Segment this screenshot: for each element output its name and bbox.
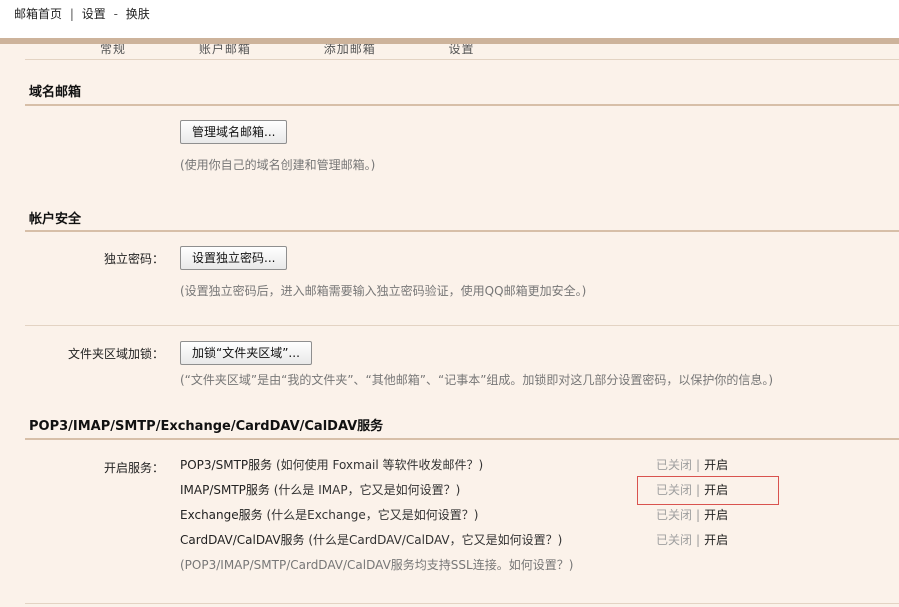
tab-add-mailbox[interactable]: 添加邮箱 (324, 44, 376, 56)
set-password-button[interactable]: 设置独立密码... (180, 246, 288, 270)
breadcrumb: 邮箱首页 | 设置 - 换肤 (14, 5, 150, 22)
manage-domain-button[interactable]: 管理域名邮箱... (180, 120, 288, 144)
ssl-footnote: (POP3/IMAP/SMTP/CardDAV/CalDAV服务均支持SSL连接… (180, 558, 574, 572)
folder-lock-label: 文件夹区域加锁： (67, 347, 164, 361)
status-closed: 已关闭 (656, 533, 693, 547)
domain-hint: (使用你自己的域名创建和管理邮箱。) (180, 158, 376, 172)
service-status: 已关闭 | 开启 (656, 506, 728, 523)
imap-highlight-box (637, 476, 779, 505)
breadcrumb-dash: - (113, 7, 118, 21)
service-status: 已关闭 | 开启 (656, 531, 728, 548)
service-help-link[interactable]: (什么是CardDAV/CalDAV，它又是如何设置？) (308, 533, 562, 547)
section-divider (25, 438, 899, 440)
top-bar: 邮箱首页 | 设置 - 换肤 (0, 0, 899, 38)
divider (25, 603, 899, 604)
tab-accounts[interactable]: 账户邮箱 (199, 44, 251, 56)
tab-settings[interactable]: 设置 (449, 44, 475, 56)
breadcrumb-separator: | (69, 7, 74, 21)
enable-pop3-link[interactable]: 开启 (704, 458, 728, 472)
breadcrumb-current: 换肤 (125, 7, 150, 21)
enable-services-label: 开启服务： (103, 461, 164, 475)
service-row-carddav: CardDAV/CalDAV服务 (什么是CardDAV/CalDAV，它又是如… (180, 531, 740, 548)
service-name: POP3/SMTP服务 (180, 458, 273, 472)
settings-content: 常规 账户邮箱 添加邮箱 设置 域名邮箱 管理域名邮箱... (使用你自己的域名… (0, 44, 899, 607)
lock-folder-button[interactable]: 加锁“文件夹区域”... (180, 341, 312, 365)
service-row-pop3: POP3/SMTP服务 (如何使用 Foxmail 等软件收发邮件？) 已关闭 |… (180, 456, 740, 473)
status-separator: | (696, 458, 701, 472)
services-section-title: POP3/IMAP/SMTP/Exchange/CardDAV/CalDAV服务 (29, 419, 384, 434)
status-closed: 已关闭 (656, 458, 693, 472)
section-divider (25, 230, 899, 232)
service-help-link[interactable]: (什么是 IMAP，它又是如何设置？) (274, 483, 461, 497)
independent-password-label: 独立密码： (103, 252, 164, 266)
status-separator: | (696, 508, 701, 522)
service-name: Exchange服务 (180, 508, 263, 522)
section-divider (25, 104, 899, 106)
service-help-link[interactable]: (如何使用 Foxmail 等软件收发邮件？) (276, 458, 483, 472)
tab-general[interactable]: 常规 (100, 44, 126, 56)
breadcrumb-home-link[interactable]: 邮箱首页 (14, 5, 62, 22)
settings-tabs-partial: 常规 账户邮箱 添加邮箱 设置 (100, 44, 543, 57)
enable-exchange-link[interactable]: 开启 (704, 508, 728, 522)
service-name: IMAP/SMTP服务 (180, 483, 270, 497)
domain-section-title: 域名邮箱 (29, 85, 82, 100)
service-help-link[interactable]: (什么是Exchange，它又是如何设置？) (266, 508, 478, 522)
status-closed: 已关闭 (656, 508, 693, 522)
divider (25, 59, 899, 60)
password-hint: (设置独立密码后，进入邮箱需要输入独立密码验证，使用QQ邮箱更加安全。) (180, 284, 587, 298)
folder-lock-hint: (“文件夹区域”是由“我的文件夹”、“其他邮箱”、“记事本”组成。加锁即对这几部… (180, 373, 774, 387)
service-status: 已关闭 | 开启 (656, 456, 728, 473)
status-separator: | (696, 533, 701, 547)
service-row-exchange: Exchange服务 (什么是Exchange，它又是如何设置？) 已关闭 | 开启 (180, 506, 740, 523)
divider (25, 325, 899, 326)
enable-carddav-link[interactable]: 开启 (704, 533, 728, 547)
breadcrumb-settings-link[interactable]: 设置 (82, 5, 106, 22)
security-section-title: 帐户安全 (29, 212, 82, 227)
service-name: CardDAV/CalDAV服务 (180, 533, 305, 547)
